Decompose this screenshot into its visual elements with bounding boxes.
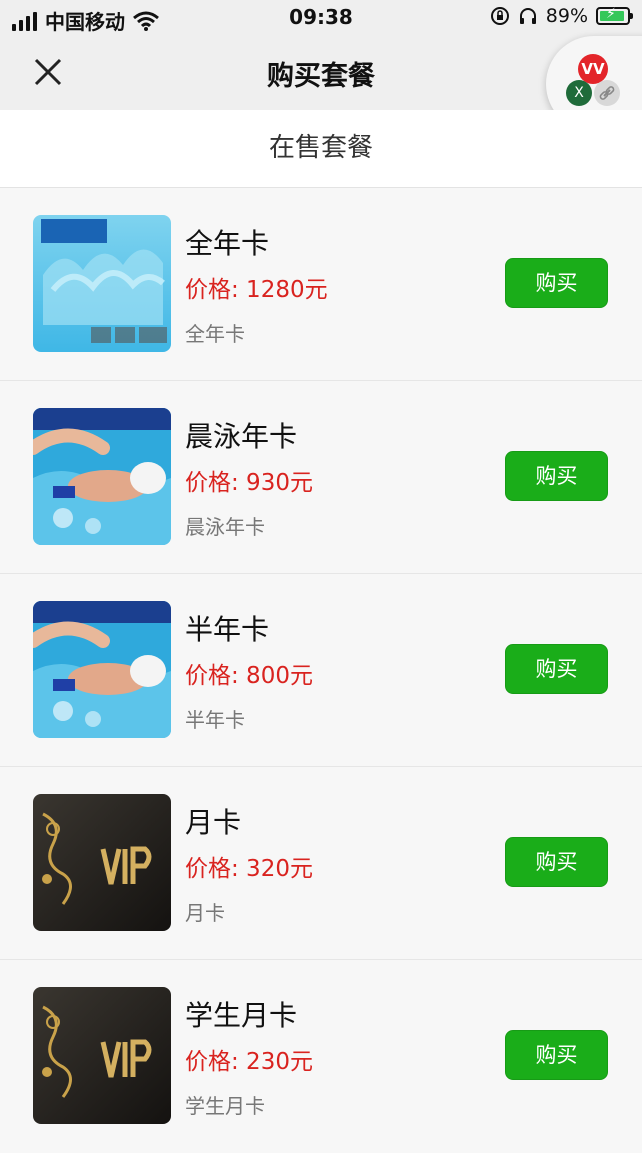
headphones-icon (519, 8, 536, 24)
status-bar: 中国移动 09:38 89% ⚡ (0, 0, 642, 36)
package-item: 全年卡 价格: 1280元 全年卡 购买 (0, 188, 642, 381)
excel-icon: X (566, 80, 592, 106)
buy-button[interactable]: 购买 (505, 1030, 608, 1080)
package-price: 价格: 320元 (185, 856, 313, 882)
package-desc: 全年卡 (185, 322, 245, 346)
vip-card-image (33, 794, 171, 931)
package-name: 学生月卡 (185, 999, 298, 1032)
package-item: 半年卡 价格: 800元 半年卡 购买 (0, 574, 642, 767)
package-item: 月卡 价格: 320元 月卡 购买 (0, 767, 642, 960)
package-name: 晨泳年卡 (185, 420, 298, 453)
battery-percent: 89% (545, 5, 588, 27)
section-title: 在售套餐 (0, 110, 642, 188)
package-name: 半年卡 (185, 613, 270, 646)
group-swim-image (33, 215, 171, 352)
package-price: 价格: 1280元 (185, 277, 328, 303)
status-right: 89% ⚡ (490, 5, 633, 27)
battery-icon: ⚡ (596, 6, 633, 25)
package-list: 全年卡 价格: 1280元 全年卡 购买 晨泳年卡 价格: 930元 晨泳年卡 … (0, 188, 642, 1153)
link-icon[interactable] (594, 80, 620, 106)
package-name: 全年卡 (185, 227, 270, 260)
orientation-lock-icon (490, 7, 509, 25)
buy-button[interactable]: 购买 (505, 451, 608, 501)
package-desc: 晨泳年卡 (185, 515, 265, 539)
package-price: 价格: 800元 (185, 663, 313, 689)
buy-button[interactable]: 购买 (505, 258, 608, 308)
swimmer-image (33, 601, 171, 738)
package-item: 学生月卡 价格: 230元 学生月卡 购买 (0, 960, 642, 1153)
package-desc: 学生月卡 (185, 1094, 265, 1118)
package-name: 月卡 (185, 806, 242, 839)
buy-button[interactable]: 购买 (505, 644, 608, 694)
nav-bar: 购买套餐 (0, 36, 642, 110)
package-desc: 半年卡 (185, 708, 245, 732)
package-price: 价格: 930元 (185, 470, 313, 496)
package-desc: 月卡 (185, 901, 225, 925)
package-price: 价格: 230元 (185, 1049, 313, 1075)
swimmer-image (33, 408, 171, 545)
package-item: 晨泳年卡 价格: 930元 晨泳年卡 购买 (0, 381, 642, 574)
buy-button[interactable]: 购买 (505, 837, 608, 887)
vip-card-image (33, 987, 171, 1124)
